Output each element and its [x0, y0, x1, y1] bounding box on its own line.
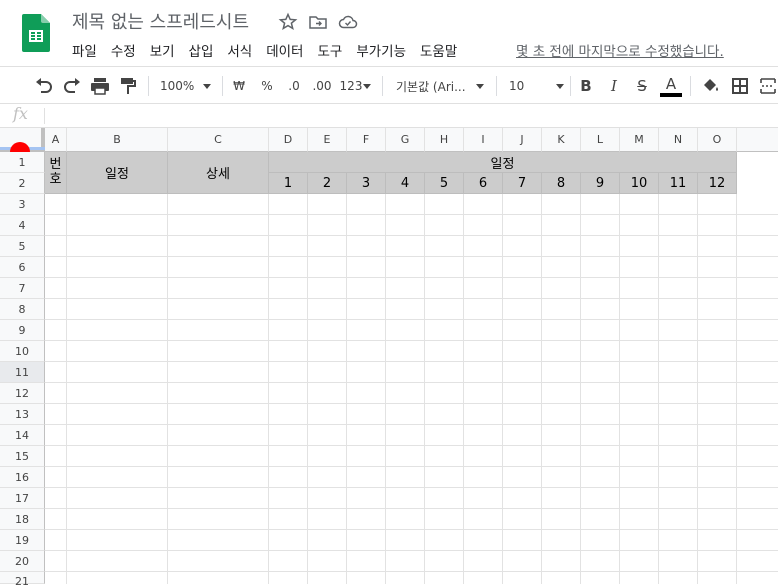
paint-format-icon[interactable]: [116, 75, 140, 97]
row-header-14[interactable]: 14: [0, 425, 45, 446]
more-formats-dropdown-icon[interactable]: [362, 75, 372, 97]
menu-insert[interactable]: 삽입: [189, 40, 214, 60]
star-icon[interactable]: [278, 12, 298, 32]
row-header-11[interactable]: 11: [0, 362, 45, 383]
undo-icon[interactable]: [32, 75, 56, 97]
font-dropdown-icon[interactable]: [474, 75, 486, 97]
column-header-j[interactable]: J: [503, 128, 542, 152]
cell-month[interactable]: 3: [347, 173, 386, 194]
menu-view[interactable]: 보기: [150, 40, 175, 60]
cell-header-schedule-group[interactable]: 일정: [269, 152, 737, 173]
row-header-20[interactable]: 20: [0, 551, 45, 572]
cell-month[interactable]: 5: [425, 173, 464, 194]
print-icon[interactable]: [88, 75, 112, 97]
row-header-18[interactable]: 18: [0, 509, 45, 530]
menu-edit[interactable]: 수정: [111, 40, 136, 60]
column-header-d[interactable]: D: [269, 128, 308, 152]
column-header-i[interactable]: I: [464, 128, 503, 152]
row-header-13[interactable]: 13: [0, 404, 45, 425]
row-header-3[interactable]: 3: [0, 194, 45, 215]
row-header-10[interactable]: 10: [0, 341, 45, 362]
decrease-decimal-button[interactable]: .0: [283, 75, 305, 97]
cell-month[interactable]: 8: [542, 173, 581, 194]
fill-color-icon[interactable]: [699, 75, 721, 97]
row-header-9[interactable]: 9: [0, 320, 45, 341]
move-folder-icon[interactable]: [308, 12, 328, 32]
menu-help[interactable]: 도움말: [420, 40, 457, 60]
font-family-select[interactable]: 기본값 (Ari...: [396, 75, 468, 97]
menu-addons[interactable]: 부가기능: [356, 40, 406, 60]
column-header-m[interactable]: M: [620, 128, 659, 152]
column-header-e[interactable]: E: [308, 128, 347, 152]
toolbar: 100% ₩ % .0 .00 123 기본값 (Ari... 10 B I S…: [0, 66, 778, 104]
formula-divider: [44, 108, 45, 124]
row-header-12[interactable]: 12: [0, 383, 45, 404]
row-header-6[interactable]: 6: [0, 257, 45, 278]
menu-data[interactable]: 데이터: [266, 40, 303, 60]
row-header-17[interactable]: 17: [0, 488, 45, 509]
zoom-select[interactable]: 100%: [160, 75, 196, 97]
column-header-g[interactable]: G: [386, 128, 425, 152]
more-formats-button[interactable]: 123: [339, 75, 363, 97]
zoom-dropdown-icon[interactable]: [200, 75, 214, 97]
column-header-n[interactable]: N: [659, 128, 698, 152]
document-title[interactable]: 제목 없는 스프레드시트: [72, 8, 249, 34]
last-edit-link[interactable]: 몇 초 전에 마지막으로 수정했습니다.: [516, 40, 724, 60]
formula-input[interactable]: [50, 107, 770, 125]
cell-month[interactable]: 6: [464, 173, 503, 194]
row-header-16[interactable]: 16: [0, 467, 45, 488]
cell-month[interactable]: 1: [269, 173, 308, 194]
cell-month[interactable]: 12: [698, 173, 737, 194]
borders-icon[interactable]: [730, 75, 750, 97]
cell-month[interactable]: 7: [503, 173, 542, 194]
formula-fx-icon: fx: [13, 104, 28, 123]
cell-header-detail[interactable]: 상세: [168, 152, 269, 194]
bold-button[interactable]: B: [576, 75, 596, 97]
row-header-8[interactable]: 8: [0, 299, 45, 320]
column-header-f[interactable]: F: [347, 128, 386, 152]
row-header-5[interactable]: 5: [0, 236, 45, 257]
currency-format-button[interactable]: ₩: [229, 75, 249, 97]
italic-button[interactable]: I: [604, 75, 624, 97]
sheets-logo-icon[interactable]: [22, 14, 50, 52]
cell-month[interactable]: 2: [308, 173, 347, 194]
row-header-7[interactable]: 7: [0, 278, 45, 299]
increase-decimal-button[interactable]: .00: [309, 75, 335, 97]
menu-tools[interactable]: 도구: [317, 40, 342, 60]
menu-bar: 파일 수정 보기 삽입 서식 데이터 도구 부가기능 도움말: [72, 40, 471, 60]
column-header-k[interactable]: K: [542, 128, 581, 152]
font-size-select[interactable]: 10: [509, 75, 529, 97]
cell-header-schedule[interactable]: 일정: [67, 152, 168, 194]
merge-cells-icon[interactable]: [758, 75, 778, 97]
column-header-o[interactable]: O: [698, 128, 737, 152]
strikethrough-button[interactable]: S: [632, 75, 652, 97]
column-header-l[interactable]: L: [581, 128, 620, 152]
column-header-a[interactable]: A: [45, 128, 67, 152]
cell-month[interactable]: 4: [386, 173, 425, 194]
row-header-1[interactable]: 1: [0, 152, 45, 173]
column-header-overflow: [737, 128, 778, 152]
menu-format[interactable]: 서식: [227, 40, 252, 60]
row-header-15[interactable]: 15: [0, 446, 45, 467]
row-header-19[interactable]: 19: [0, 530, 45, 551]
column-header-c[interactable]: C: [168, 128, 269, 152]
percent-format-button[interactable]: %: [257, 75, 277, 97]
cell-month[interactable]: 11: [659, 173, 698, 194]
column-header-b[interactable]: B: [67, 128, 168, 152]
cell-month[interactable]: 10: [620, 173, 659, 194]
menu-file[interactable]: 파일: [72, 40, 97, 60]
column-header-h[interactable]: H: [425, 128, 464, 152]
cell-month[interactable]: 9: [581, 173, 620, 194]
row-header-21[interactable]: 21: [0, 572, 45, 588]
row-header-4[interactable]: 4: [0, 215, 45, 236]
cloud-saved-icon[interactable]: [338, 12, 358, 32]
cell-header-number[interactable]: 번호: [45, 152, 67, 194]
row-header-2[interactable]: 2: [0, 173, 45, 194]
redo-icon[interactable]: [60, 75, 84, 97]
font-size-dropdown-icon[interactable]: [554, 75, 566, 97]
text-color-button[interactable]: A: [660, 75, 682, 97]
